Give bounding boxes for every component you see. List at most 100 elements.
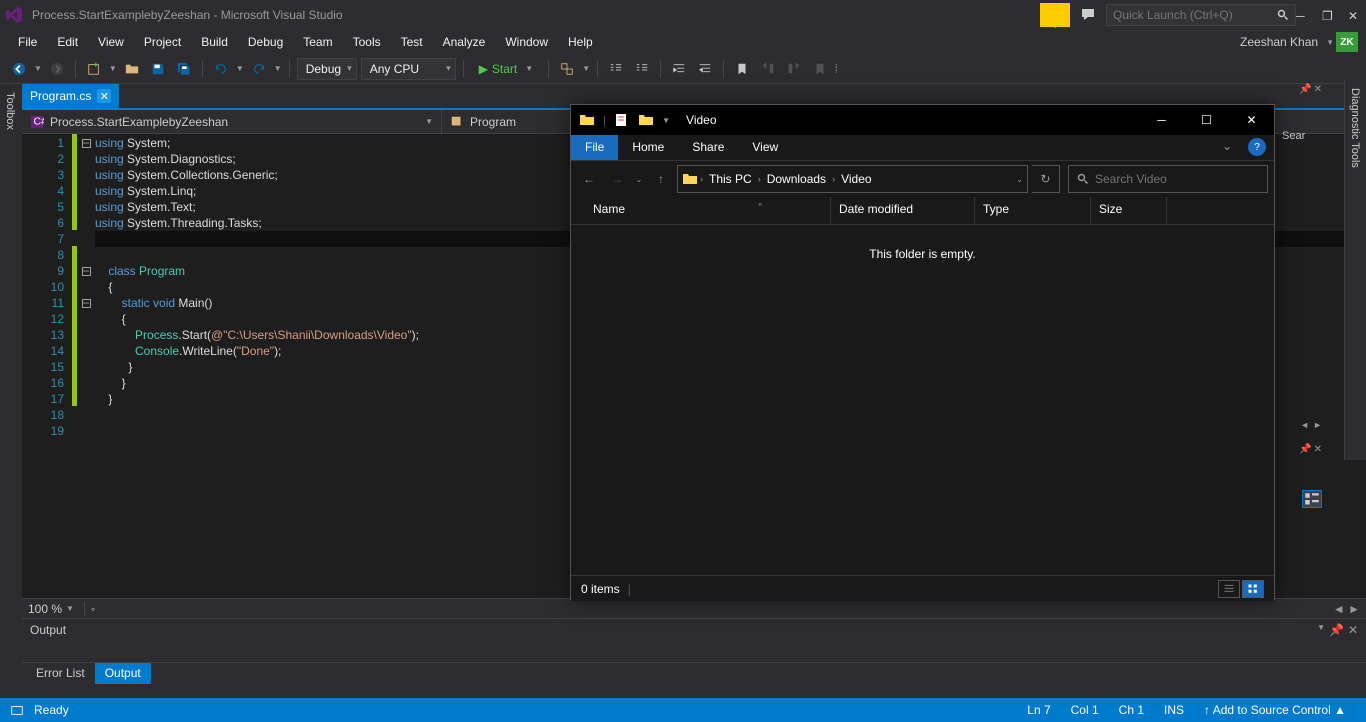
crumb-video[interactable]: Video — [837, 170, 875, 188]
ribbon-tab-file[interactable]: File — [571, 135, 618, 160]
ribbon-tab-home[interactable]: Home — [618, 135, 678, 160]
open-file-button[interactable] — [121, 58, 143, 80]
feedback-icon[interactable] — [1080, 7, 1096, 23]
refresh-button[interactable]: ↻ — [1032, 165, 1060, 193]
address-dropdown-icon[interactable]: ⌄ — [1016, 175, 1023, 184]
menu-build[interactable]: Build — [191, 32, 238, 52]
redo-dropdown-icon[interactable]: ▼ — [274, 64, 282, 73]
menu-file[interactable]: File — [8, 32, 47, 52]
undo-dropdown-icon[interactable]: ▼ — [236, 64, 244, 73]
crumb-downloads[interactable]: Downloads — [763, 170, 830, 188]
zoom-level[interactable]: 100 % — [28, 602, 62, 616]
clear-bookmarks-button[interactable] — [809, 58, 831, 80]
fold-gutter[interactable]: −−− — [77, 134, 95, 598]
maximize-button[interactable]: ❐ — [1322, 9, 1334, 21]
start-debug-button[interactable]: ▶Start▼ — [471, 60, 542, 78]
menu-analyze[interactable]: Analyze — [433, 32, 496, 52]
large-icons-view-button[interactable] — [1242, 580, 1264, 598]
user-name[interactable]: Zeeshan Khan — [1234, 33, 1324, 51]
diagnostic-tools-tab[interactable]: Diagnostic Tools — [1345, 84, 1365, 460]
browser-link-button[interactable] — [556, 58, 578, 80]
chevron-right-icon[interactable]: › — [700, 174, 703, 184]
panel-pin-icon[interactable]: 📌 — [1329, 623, 1344, 637]
bookmark-button[interactable] — [731, 58, 753, 80]
browser-link-dropdown-icon[interactable]: ▼ — [582, 64, 590, 73]
tab-error-list[interactable]: Error List — [26, 663, 95, 684]
comment-button[interactable] — [605, 58, 627, 80]
nav-back-button[interactable]: ← — [577, 167, 601, 191]
back-dropdown-icon[interactable]: ▼ — [34, 64, 42, 73]
prev-bookmark-button[interactable] — [757, 58, 779, 80]
tab-output[interactable]: Output — [95, 663, 151, 684]
new-folder-icon[interactable] — [638, 112, 654, 128]
help-icon[interactable]: ? — [1248, 138, 1266, 156]
toolbar-overflow-icon[interactable]: ⸽ — [835, 63, 837, 74]
project-dropdown[interactable]: C# Process.StartExamplebyZeeshan ▼ — [22, 110, 442, 133]
col-date[interactable]: Date modified — [831, 197, 975, 224]
right-panel2-pin-icon[interactable]: 📌 — [1299, 444, 1311, 455]
explorer-search[interactable] — [1068, 165, 1268, 193]
explorer-titlebar[interactable]: | ▼ Video ─ ☐ ✕ — [571, 105, 1274, 135]
right-panel-close-icon[interactable]: ✕ — [1314, 84, 1322, 95]
quick-launch[interactable] — [1106, 4, 1296, 26]
quick-launch-input[interactable] — [1113, 8, 1277, 22]
platform-dropdown[interactable]: Any CPU — [361, 58, 456, 80]
close-button[interactable]: ✕ — [1348, 9, 1360, 21]
properties-button[interactable] — [1302, 490, 1322, 508]
menu-help[interactable]: Help — [558, 32, 603, 52]
right-panel-pin-icon[interactable]: 📌 — [1299, 84, 1311, 95]
explorer-close-button[interactable]: ✕ — [1229, 105, 1274, 135]
menu-tools[interactable]: Tools — [343, 32, 391, 52]
right-panel2-close-icon[interactable]: ✕ — [1314, 444, 1322, 455]
menu-test[interactable]: Test — [391, 32, 433, 52]
chevron-right-icon[interactable]: › — [758, 174, 761, 184]
save-button[interactable] — [147, 58, 169, 80]
col-size[interactable]: Size — [1091, 197, 1167, 224]
minimize-button[interactable]: ─ — [1296, 9, 1308, 21]
scroll-left-icon[interactable]: ◄ — [1300, 420, 1309, 430]
user-dropdown-icon[interactable]: ▼ — [1326, 38, 1334, 47]
tab-program-cs[interactable]: Program.cs ✕ — [22, 84, 119, 108]
crumb-this-pc[interactable]: This PC — [705, 170, 756, 188]
nav-forward-button[interactable] — [46, 58, 68, 80]
tab-close-icon[interactable]: ✕ — [97, 89, 111, 103]
menu-debug[interactable]: Debug — [238, 32, 293, 52]
source-control-button[interactable]: ↑ Add to Source Control ▲ — [1194, 703, 1356, 717]
menu-view[interactable]: View — [88, 32, 134, 52]
nav-back-button[interactable] — [8, 58, 30, 80]
explorer-search-input[interactable] — [1095, 172, 1259, 186]
nav-forward-button[interactable]: → — [605, 167, 629, 191]
undo-button[interactable] — [210, 58, 232, 80]
ribbon-tab-view[interactable]: View — [738, 135, 792, 160]
address-bar[interactable]: › This PC › Downloads › Video ⌄ — [677, 165, 1028, 193]
menu-window[interactable]: Window — [495, 32, 558, 52]
menu-project[interactable]: Project — [134, 32, 191, 52]
configuration-dropdown[interactable]: Debug — [297, 58, 357, 80]
explorer-minimize-button[interactable]: ─ — [1139, 105, 1184, 135]
notification-flag-icon[interactable] — [1040, 3, 1070, 27]
nav-history-dropdown-icon[interactable]: ⌄ — [633, 167, 645, 191]
horizontal-scrollbar[interactable]: ◄ ► — [1333, 602, 1360, 616]
panel-dropdown-icon[interactable]: ▼ — [1317, 623, 1325, 637]
nav-up-button[interactable]: ↑ — [649, 167, 673, 191]
menu-team[interactable]: Team — [293, 32, 342, 52]
menu-edit[interactable]: Edit — [47, 32, 88, 52]
details-view-button[interactable] — [1218, 580, 1240, 598]
indent-button[interactable] — [668, 58, 690, 80]
scroll-right-icon[interactable]: ► — [1313, 420, 1322, 430]
toolbox-tab[interactable]: Toolbox — [0, 88, 20, 684]
redo-button[interactable] — [248, 58, 270, 80]
save-all-button[interactable] — [173, 58, 195, 80]
properties-icon[interactable] — [614, 112, 630, 128]
user-badge[interactable]: ZK — [1336, 32, 1358, 52]
outdent-button[interactable] — [694, 58, 716, 80]
ribbon-tab-share[interactable]: Share — [678, 135, 738, 160]
uncomment-button[interactable] — [631, 58, 653, 80]
zoom-dropdown-icon[interactable]: ▼ — [66, 604, 74, 613]
file-list[interactable]: This folder is empty. — [571, 225, 1274, 575]
new-project-button[interactable] — [83, 58, 105, 80]
ribbon-expand-icon[interactable]: ⌄ — [1214, 135, 1240, 160]
qat-dropdown-icon[interactable]: ▼ — [662, 116, 670, 125]
col-name[interactable]: Name^ — [585, 197, 831, 224]
next-bookmark-button[interactable] — [783, 58, 805, 80]
